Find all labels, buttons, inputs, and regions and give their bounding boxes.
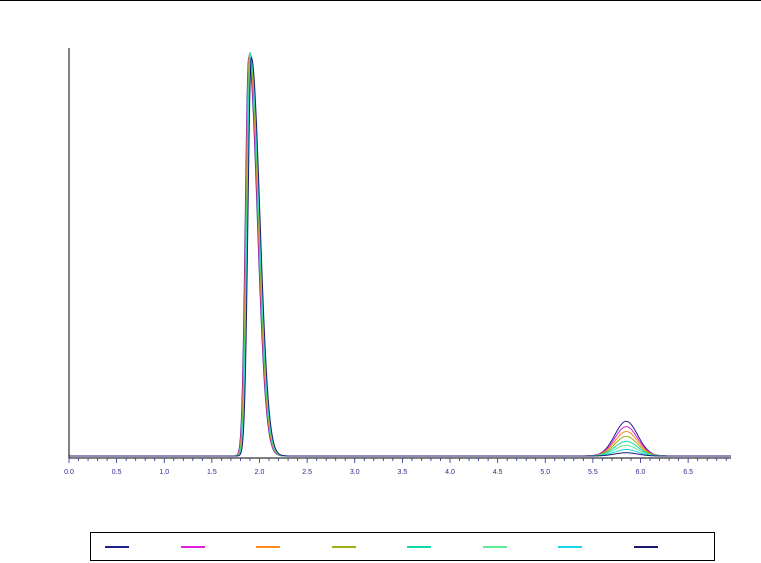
x-ticks bbox=[68, 458, 727, 463]
x-tick-labels: 0.0 0.5 1.0 1.5 2.0 2.5 3.0 3.5 4.0 4.5 5.0 5.5 6.0 6… bbox=[64, 469, 693, 476]
series-line bbox=[69, 53, 731, 457]
series-line bbox=[69, 53, 731, 457]
legend-swatch bbox=[482, 546, 507, 548]
x-tick-label: 2.5 bbox=[302, 469, 312, 476]
series-line bbox=[69, 51, 731, 457]
series-line bbox=[69, 56, 731, 457]
x-tick-label: 3.5 bbox=[398, 469, 408, 476]
legend bbox=[90, 532, 715, 561]
x-tick-label: 6.5 bbox=[683, 469, 693, 476]
x-tick-label: 5.0 bbox=[540, 469, 550, 476]
legend-swatch bbox=[256, 546, 280, 548]
legend-swatch bbox=[558, 546, 582, 548]
series-line bbox=[69, 54, 731, 457]
series-line bbox=[69, 54, 731, 457]
x-tick-label: 0.0 bbox=[64, 469, 74, 476]
series-line bbox=[69, 57, 731, 457]
x-tick-label: 5.5 bbox=[588, 469, 598, 476]
legend-swatch bbox=[633, 546, 658, 548]
x-tick-label: 1.0 bbox=[159, 469, 169, 476]
chromatogram-chart: 0.0 0.5 1.0 1.5 2.0 2.5 3.0 3.5 4.0 4.5 5.0 5.5 6.0 6… bbox=[64, 48, 731, 476]
x-tick-label: 2.0 bbox=[255, 469, 265, 476]
axes bbox=[68, 48, 731, 459]
series-group bbox=[69, 51, 731, 457]
x-tick-label: 4.0 bbox=[445, 469, 455, 476]
legend-swatch bbox=[407, 546, 431, 548]
x-tick-label: 4.5 bbox=[493, 469, 503, 476]
legend-swatch bbox=[105, 546, 129, 548]
x-tick-label: 0.5 bbox=[112, 469, 122, 476]
legend-swatch bbox=[180, 546, 205, 548]
x-tick-label: 1.5 bbox=[207, 469, 217, 476]
x-tick-label: 3.0 bbox=[350, 469, 360, 476]
legend-swatch bbox=[331, 546, 356, 548]
series-line bbox=[69, 52, 731, 457]
x-tick-label: 6.0 bbox=[636, 469, 646, 476]
